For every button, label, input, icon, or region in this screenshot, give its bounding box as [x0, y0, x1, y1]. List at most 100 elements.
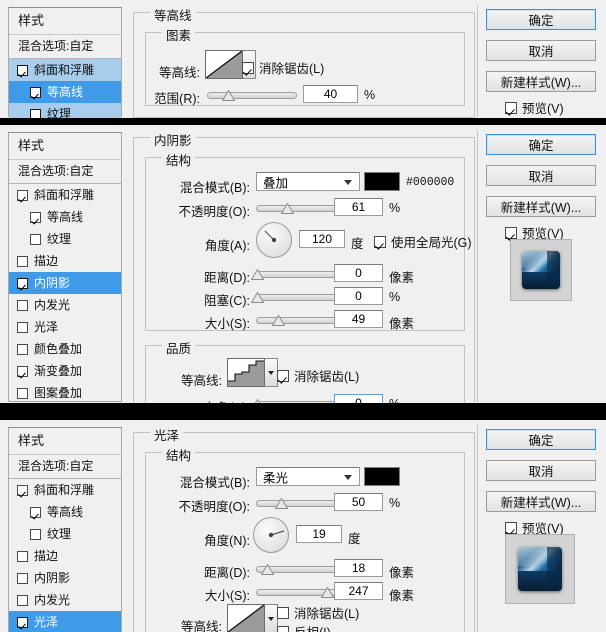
sidebar-blending-options[interactable]: 混合选项:自定 [9, 35, 121, 59]
distance-slider-knob[interactable] [251, 269, 264, 280]
sidebar-item-color-overlay[interactable]: 颜色叠加 [9, 338, 121, 360]
sidebar-item-pattern-overlay[interactable]: 图案叠加 [9, 382, 121, 403]
sidebar-blending-options[interactable]: 混合选项:自定 [9, 160, 121, 184]
new-style-button[interactable]: 新建样式(W)... [486, 71, 596, 92]
sidebar-item-inner-shadow[interactable]: 内阴影 [9, 567, 121, 589]
ok-button[interactable]: 确定 [486, 9, 596, 30]
blend-mode-select[interactable]: 叠加 [256, 172, 360, 191]
ok-button[interactable]: 确定 [486, 134, 596, 155]
distance-slider-knob[interactable] [261, 564, 274, 575]
sidebar-item-satin[interactable]: 光泽 [9, 316, 121, 338]
checkbox-bevel-emboss[interactable] [17, 189, 28, 201]
sidebar-item-contour[interactable]: 等高线 [9, 501, 121, 523]
noise-value-input[interactable]: 0 [334, 394, 383, 403]
checkbox-contour[interactable] [30, 506, 41, 518]
size-value-input[interactable]: 247 [334, 582, 383, 600]
checkbox-stroke[interactable] [17, 255, 28, 267]
checkbox-stroke[interactable] [17, 550, 28, 562]
checkbox-gradient-overlay[interactable] [17, 365, 28, 377]
antialias-label: 消除锯齿(L) [294, 370, 360, 384]
sidebar-item-texture[interactable]: 纹理 [9, 523, 121, 545]
opacity-value-input[interactable]: 61 [334, 198, 383, 216]
sidebar-item-texture[interactable]: 纹理 [9, 228, 121, 250]
checkbox-bevel-emboss[interactable] [17, 64, 28, 76]
shadow-color-swatch[interactable] [364, 172, 400, 191]
angle-value-input[interactable]: 120 [299, 230, 345, 248]
antialias-checkbox[interactable] [277, 369, 289, 382]
antialias-checkbox-row[interactable]: 消除锯齿(L) [277, 366, 359, 385]
sidebar-item-satin[interactable]: 光泽 [9, 611, 121, 632]
sidebar-item-stroke[interactable]: 描边 [9, 545, 121, 567]
cancel-button[interactable]: 取消 [486, 460, 596, 481]
checkbox-texture[interactable] [30, 108, 41, 118]
styles-sidebar[interactable]: 样式 混合选项:自定 斜面和浮雕 等高线 纹理 描边 内阴影 [8, 132, 122, 402]
checkbox-texture[interactable] [30, 528, 41, 540]
angle-label: 角度(A): [204, 239, 250, 253]
size-slider-knob[interactable] [272, 315, 285, 326]
checkbox-inner-shadow[interactable] [17, 277, 28, 289]
checkbox-contour[interactable] [30, 211, 41, 223]
global-light-checkbox-row[interactable]: 使用全局光(G) [374, 232, 472, 251]
sidebar-item-inner-shadow[interactable]: 内阴影 [9, 272, 121, 294]
opacity-value-input[interactable]: 50 [334, 493, 383, 511]
preview-checkbox-row[interactable]: 预览(V) [505, 98, 564, 117]
preview-checkbox[interactable] [505, 101, 517, 114]
contour-picker[interactable] [227, 604, 278, 632]
cancel-button[interactable]: 取消 [486, 40, 596, 61]
choke-value-input[interactable]: 0 [334, 287, 383, 305]
sidebar-item-inner-glow[interactable]: 内发光 [9, 294, 121, 316]
sidebar-item-bevel-emboss[interactable]: 斜面和浮雕 [9, 59, 121, 81]
sidebar-item-contour[interactable]: 等高线 [9, 81, 121, 103]
range-slider-knob[interactable] [222, 90, 235, 101]
global-light-checkbox[interactable] [374, 235, 386, 248]
sidebar-item-contour[interactable]: 等高线 [9, 206, 121, 228]
checkbox-contour[interactable] [30, 86, 41, 98]
antialias-checkbox[interactable] [277, 606, 289, 619]
checkbox-satin[interactable] [17, 321, 28, 333]
size-slider-knob[interactable] [321, 587, 334, 598]
blend-mode-select[interactable]: 柔光 [256, 467, 360, 486]
preview-checkbox[interactable] [505, 226, 517, 239]
sidebar-item-bevel-emboss[interactable]: 斜面和浮雕 [9, 184, 121, 206]
antialias-checkbox-row[interactable]: 消除锯齿(L) [242, 58, 324, 77]
checkbox-texture[interactable] [30, 233, 41, 245]
contour-picker[interactable] [227, 358, 278, 387]
sidebar-item-inner-glow[interactable]: 内发光 [9, 589, 121, 611]
checkbox-inner-shadow[interactable] [17, 572, 28, 584]
checkbox-inner-glow[interactable] [17, 594, 28, 606]
checkbox-color-overlay[interactable] [17, 343, 28, 355]
new-style-button[interactable]: 新建样式(W)... [486, 196, 596, 217]
antialias-checkbox-row[interactable]: 消除锯齿(L) [277, 603, 359, 622]
new-style-button[interactable]: 新建样式(W)... [486, 491, 596, 512]
angle-value-input[interactable]: 19 [296, 525, 342, 543]
range-value-input[interactable]: 40 [303, 85, 358, 103]
sidebar-blending-options[interactable]: 混合选项:自定 [9, 455, 121, 479]
angle-dial[interactable] [253, 517, 289, 553]
cancel-button[interactable]: 取消 [486, 165, 596, 186]
antialias-checkbox[interactable] [242, 61, 254, 74]
angle-dial[interactable] [256, 222, 292, 258]
styles-sidebar[interactable]: 样式 混合选项:自定 斜面和浮雕 等高线 纹理 [8, 7, 122, 118]
sidebar-item-bevel-emboss[interactable]: 斜面和浮雕 [9, 479, 121, 501]
choke-slider-knob[interactable] [251, 292, 264, 303]
invert-checkbox[interactable] [277, 625, 289, 632]
size-value-input[interactable]: 49 [334, 310, 383, 328]
group-contour-title: 等高线 [150, 5, 196, 24]
opacity-slider-knob[interactable] [281, 203, 294, 214]
sidebar-item-stroke[interactable]: 描边 [9, 250, 121, 272]
sidebar-item-texture[interactable]: 纹理 [9, 103, 121, 118]
range-slider[interactable] [207, 92, 297, 99]
satin-color-swatch[interactable] [364, 467, 400, 486]
opacity-slider-knob[interactable] [275, 498, 288, 509]
checkbox-bevel-emboss[interactable] [17, 484, 28, 496]
distance-value-input[interactable]: 18 [334, 559, 383, 577]
checkbox-satin[interactable] [17, 616, 28, 628]
sidebar-item-gradient-overlay[interactable]: 渐变叠加 [9, 360, 121, 382]
styles-sidebar[interactable]: 样式 混合选项:自定 斜面和浮雕 等高线 纹理 描边 内阴影 [8, 427, 122, 632]
invert-checkbox-row[interactable]: 反相(I) [277, 622, 331, 632]
checkbox-pattern-overlay[interactable] [17, 387, 28, 399]
checkbox-inner-glow[interactable] [17, 299, 28, 311]
distance-value-input[interactable]: 0 [334, 264, 383, 282]
ok-button[interactable]: 确定 [486, 429, 596, 450]
preview-checkbox[interactable] [505, 521, 517, 534]
